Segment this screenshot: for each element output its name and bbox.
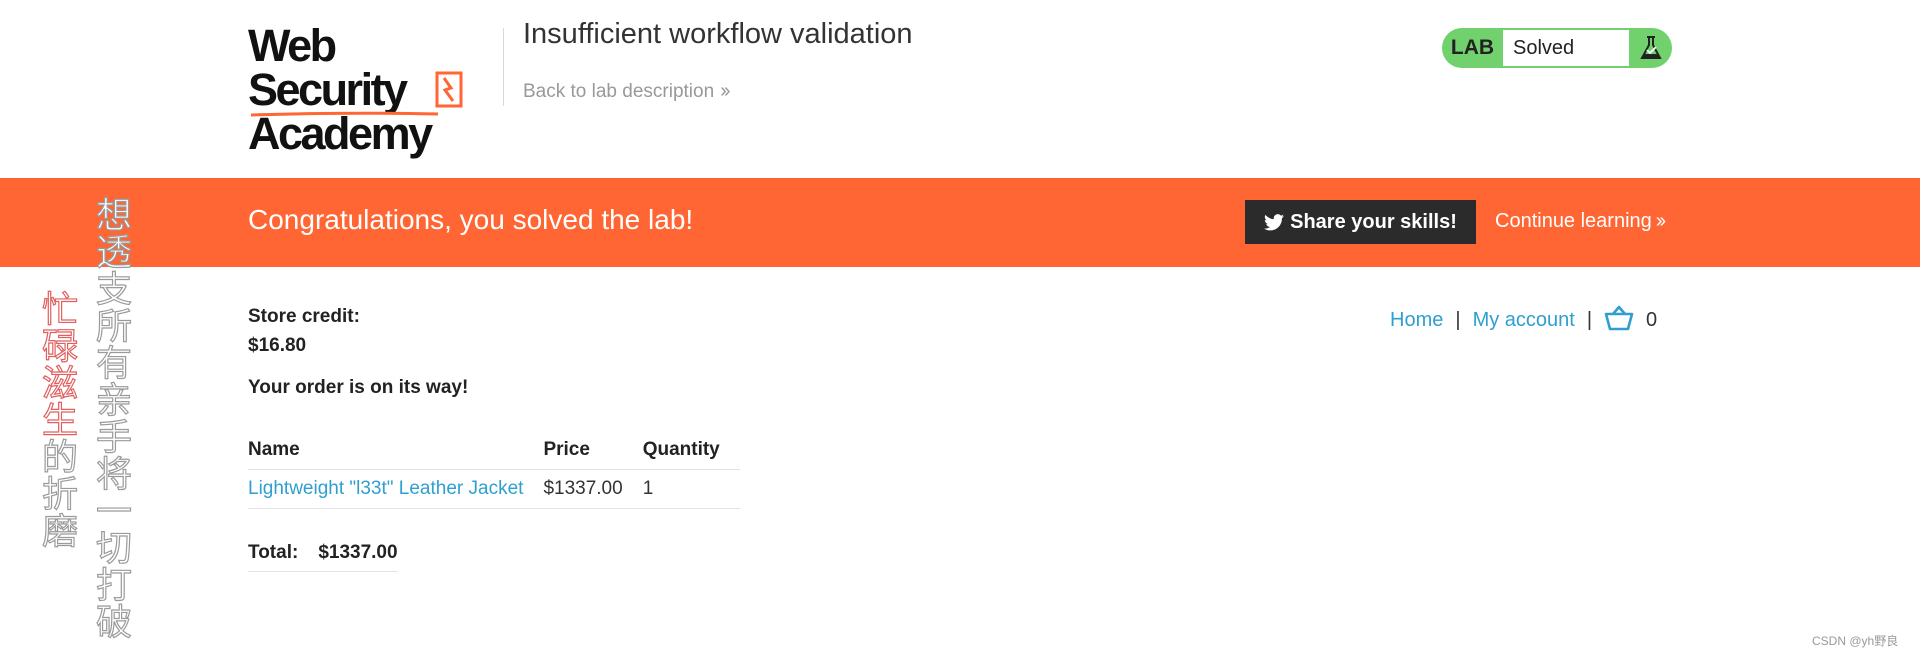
order-total: Total: $1337.00 <box>248 535 398 572</box>
twitter-icon <box>1264 214 1285 231</box>
table-row: Lightweight "l33t" Leather Jacket $1337.… <box>248 469 740 509</box>
logo-bolt-icon <box>435 71 463 108</box>
nav-separator: | <box>1586 309 1593 331</box>
share-skills-button[interactable]: Share your skills! <box>1245 200 1476 244</box>
back-to-lab-description-link[interactable]: Back to lab description ›› <box>523 80 731 103</box>
title-divider <box>503 28 504 106</box>
nav-separator: | <box>1455 309 1461 331</box>
lab-tag: LAB <box>1450 36 1495 59</box>
my-account-link[interactable]: My account <box>1473 309 1575 331</box>
order-table: Name Price Quantity Lightweight "l33t" L… <box>248 431 740 509</box>
lab-title: Insufficient workflow validation <box>523 18 913 50</box>
lab-status-text: Solved <box>1503 30 1629 66</box>
logo-line-2: Academy <box>248 108 433 159</box>
top-nav: Home | My account | 0 <box>1390 305 1657 333</box>
column-header-quantity: Quantity <box>642 431 740 470</box>
vertical-quote-left: 忙碌滋生的折磨 <box>35 289 77 549</box>
flask-icon <box>1640 36 1662 59</box>
lab-header: Web Security Academy Insufficient workfl… <box>0 0 1920 178</box>
logo-underline-icon <box>250 111 439 117</box>
cart-count: 0 <box>1646 309 1658 331</box>
table-header-row: Name Price Quantity <box>248 431 740 470</box>
lab-status-badge: LAB Solved <box>1442 28 1672 68</box>
congratulations-message: Congratulations, you solved the lab! <box>248 204 694 235</box>
column-header-price: Price <box>543 431 643 470</box>
csdn-watermark: CSDN @yh野良 <box>1812 634 1899 648</box>
double-chevron-right-icon: ›› <box>720 80 730 102</box>
double-chevron-right-icon: ›› <box>1655 210 1666 232</box>
store-credit-label: Store credit: <box>248 306 360 327</box>
home-link[interactable]: Home <box>1390 309 1443 331</box>
product-price: $1337.00 <box>543 469 643 509</box>
back-link-label: Back to lab description <box>523 81 715 102</box>
continue-link-label: Continue learning <box>1495 210 1652 232</box>
solved-banner: Congratulations, you solved the lab! Sha… <box>0 178 1920 267</box>
total-value: $1337.00 <box>318 535 398 572</box>
product-link[interactable]: Lightweight "l33t" Leather Jacket <box>248 478 523 499</box>
vertical-quote-right: 想透支所有亲手将一切打破 <box>89 195 131 640</box>
column-header-name: Name <box>248 431 544 470</box>
share-button-label: Share your skills! <box>1290 211 1457 233</box>
web-security-academy-logo[interactable]: Web Security Academy <box>248 23 502 156</box>
store-credit-value: $16.80 <box>248 335 307 356</box>
total-row: Total: $1337.00 <box>248 535 398 572</box>
product-quantity: 1 <box>642 469 740 509</box>
total-label: Total: <box>248 535 319 572</box>
vertical-quote-red-part: 忙碌滋生 <box>35 289 77 438</box>
cart-icon[interactable] <box>1604 305 1634 331</box>
order-confirmation-message: Your order is on its way! <box>248 377 469 398</box>
continue-learning-link[interactable]: Continue learning ›› <box>1495 210 1666 233</box>
vertical-quote-grey-part: 的折磨 <box>35 437 77 549</box>
